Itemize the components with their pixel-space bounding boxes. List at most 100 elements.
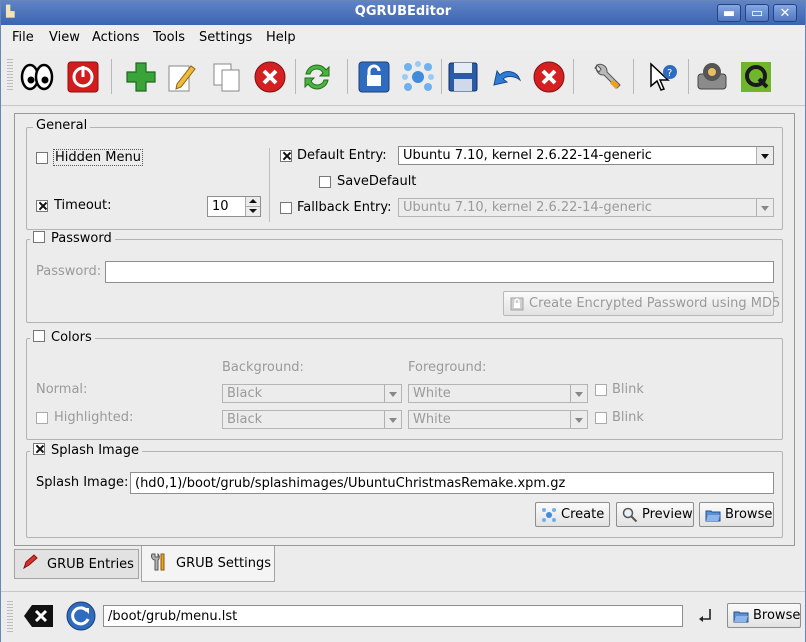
disk-icon[interactable]: [693, 58, 731, 96]
bottom-browse-button[interactable]: Browse: [727, 603, 801, 628]
toolbar-handle[interactable]: [7, 59, 13, 91]
default-entry-checkbox[interactable]: [280, 150, 292, 162]
default-entry-value: Ubuntu 7.10, kernel 2.6.22-14-generic: [403, 148, 652, 163]
toolbar-separator: [111, 59, 112, 94]
highlighted-background-combo[interactable]: Black: [222, 410, 402, 429]
toolbar: ?: [1, 51, 805, 106]
cancel-icon[interactable]: [530, 58, 568, 96]
save-default-checkbox[interactable]: [319, 176, 331, 188]
colors-group-title: Colors: [51, 330, 92, 345]
normal-foreground-combo[interactable]: White: [408, 384, 588, 403]
menu-tools[interactable]: Tools: [153, 30, 185, 45]
whats-this-icon[interactable]: ?: [643, 58, 681, 96]
foreground-label: Foreground:: [408, 360, 487, 375]
highlighted-checkbox[interactable]: [36, 412, 48, 424]
timeout-checkbox[interactable]: [36, 200, 48, 212]
splash-browse-button[interactable]: Browse: [699, 502, 774, 527]
tab-grub-entries[interactable]: GRUB Entries: [14, 549, 139, 579]
hidden-menu-checkbox[interactable]: [36, 152, 48, 164]
colors-checkbox[interactable]: [33, 330, 45, 342]
add-icon[interactable]: [122, 58, 160, 96]
highlighted-foreground-combo[interactable]: White: [408, 410, 588, 429]
normal-blink-label: Blink: [612, 382, 644, 397]
chevron-down-icon[interactable]: [384, 385, 401, 402]
folder-icon: [733, 608, 749, 624]
menu-actions[interactable]: Actions: [92, 30, 140, 45]
chevron-down-icon[interactable]: [384, 411, 401, 428]
spin-down-button[interactable]: [245, 207, 260, 216]
svg-text:?: ?: [667, 68, 672, 79]
menu-help[interactable]: Help: [266, 30, 296, 45]
remove-icon[interactable]: [251, 58, 289, 96]
create-md5-button[interactable]: Create Encrypted Password using MD5: [503, 291, 780, 316]
splash-create-label: Create: [561, 507, 605, 522]
toolbar-separator: [688, 59, 689, 94]
lock-icon: [509, 296, 525, 312]
chevron-down-icon[interactable]: [570, 411, 587, 428]
password-input[interactable]: [105, 261, 774, 283]
maximize-button[interactable]: ▭: [745, 4, 769, 22]
splash-group-header: Splash Image: [30, 442, 142, 458]
password-checkbox[interactable]: [33, 231, 45, 243]
enter-icon[interactable]: [696, 606, 714, 626]
undo-icon[interactable]: [488, 58, 526, 96]
menu-path-input[interactable]: /boot/grub/menu.lst: [103, 605, 683, 627]
splash-group-title: Splash Image: [51, 443, 139, 458]
bottombar-handle[interactable]: [7, 601, 13, 633]
save-default-label: SaveDefault: [337, 174, 417, 189]
tab-grub-settings[interactable]: GRUB Settings: [141, 546, 275, 582]
timeout-label: Timeout:: [54, 198, 112, 213]
splash-preview-button[interactable]: Preview: [616, 502, 694, 527]
lock-icon[interactable]: [355, 58, 393, 96]
highlighted-foreground-value: White: [413, 412, 451, 427]
wrench-icon[interactable]: [587, 58, 625, 96]
clear-icon[interactable]: [23, 603, 55, 633]
colors-group: Colors Background: Foreground: Normal: B…: [26, 329, 783, 440]
create-md5-label: Create Encrypted Password using MD5: [529, 296, 781, 311]
highlighted-blink-checkbox[interactable]: [595, 412, 607, 424]
hidden-menu-label[interactable]: Hidden Menu: [53, 149, 143, 166]
menu-file[interactable]: File: [12, 30, 34, 45]
menu-settings[interactable]: Settings: [199, 30, 252, 45]
spin-up-button[interactable]: [245, 197, 260, 207]
splash-image-input[interactable]: (hd0,1)/boot/grub/splashimages/UbuntuChr…: [130, 472, 774, 494]
bottom-browse-label: Browse: [753, 608, 801, 623]
folder-icon: [705, 507, 721, 523]
power-icon[interactable]: [64, 58, 102, 96]
password-group: Password Password: Create Encrypted Pass…: [26, 230, 783, 323]
eyes-icon[interactable]: [18, 58, 56, 96]
save-icon[interactable]: [444, 58, 482, 96]
highlighted-label: Highlighted:: [54, 410, 134, 425]
splash-browse-label: Browse: [725, 507, 773, 522]
chevron-down-icon[interactable]: [756, 199, 773, 216]
chevron-down-icon[interactable]: [756, 147, 773, 164]
reload-icon[interactable]: [65, 600, 97, 636]
splash-preview-label: Preview: [642, 507, 693, 522]
splash-checkbox[interactable]: [33, 443, 45, 455]
default-entry-combo[interactable]: Ubuntu 7.10, kernel 2.6.22-14-generic: [398, 146, 774, 165]
title-bar[interactable]: ▙ QGRUBEditor ▬ ▭ ✕: [1, 1, 805, 25]
edit-icon[interactable]: [163, 58, 201, 96]
colors-group-header: Colors: [30, 329, 95, 345]
molecule-icon[interactable]: [399, 58, 437, 96]
normal-blink-checkbox[interactable]: [595, 384, 607, 396]
fallback-entry-checkbox[interactable]: [280, 202, 292, 214]
refresh-icon[interactable]: [298, 58, 336, 96]
menu-view[interactable]: View: [49, 30, 80, 45]
close-button[interactable]: ✕: [773, 4, 797, 22]
menu-bar: File View Actions Tools Settings Help: [1, 25, 805, 50]
copy-icon[interactable]: [208, 58, 246, 96]
general-group-title: General: [33, 118, 91, 133]
timeout-spinbox[interactable]: 10: [207, 196, 261, 217]
normal-foreground-value: White: [413, 386, 451, 401]
tab-grub-entries-label: GRUB Entries: [47, 556, 134, 572]
fallback-entry-combo[interactable]: Ubuntu 7.10, kernel 2.6.22-14-generic: [398, 198, 774, 217]
minimize-button[interactable]: ▬: [717, 4, 741, 22]
qt-icon[interactable]: [737, 58, 775, 96]
background-label: Background:: [222, 360, 304, 375]
normal-label: Normal:: [36, 382, 88, 397]
normal-background-combo[interactable]: Black: [222, 384, 402, 403]
splash-create-button[interactable]: Create: [535, 502, 610, 527]
general-divider: [269, 148, 270, 222]
chevron-down-icon[interactable]: [570, 385, 587, 402]
